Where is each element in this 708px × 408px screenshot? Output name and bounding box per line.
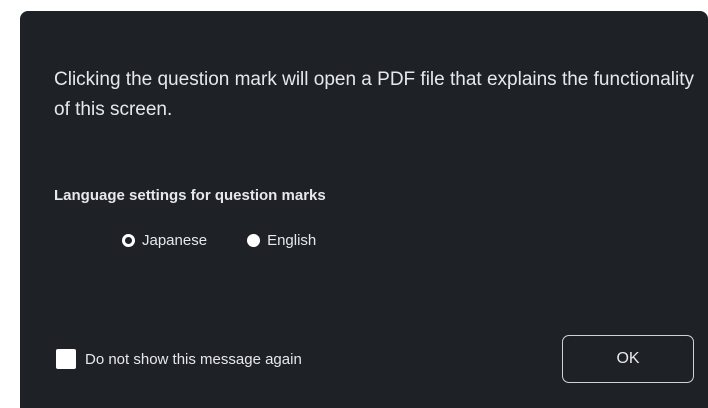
- dont-show-again-label: Do not show this message again: [85, 350, 302, 368]
- radio-option-japanese[interactable]: Japanese: [122, 232, 207, 249]
- radio-option-english[interactable]: English: [247, 232, 316, 249]
- language-settings-title: Language settings for question marks: [54, 187, 326, 204]
- radio-button-english[interactable]: [247, 234, 261, 247]
- dialog-message: Clicking the question mark will open a P…: [54, 69, 694, 120]
- ok-button[interactable]: OK: [562, 335, 694, 383]
- radio-label-english: English: [267, 232, 317, 249]
- help-dialog: Clicking the question mark will open a P…: [20, 11, 708, 408]
- dont-show-again-checkbox[interactable]: [56, 349, 76, 369]
- radio-label-japanese: Japanese: [142, 232, 208, 249]
- dont-show-again-row[interactable]: Do not show this message again: [56, 349, 302, 369]
- radio-button-japanese[interactable]: [122, 234, 135, 247]
- language-radio-group: Japanese English: [122, 232, 356, 249]
